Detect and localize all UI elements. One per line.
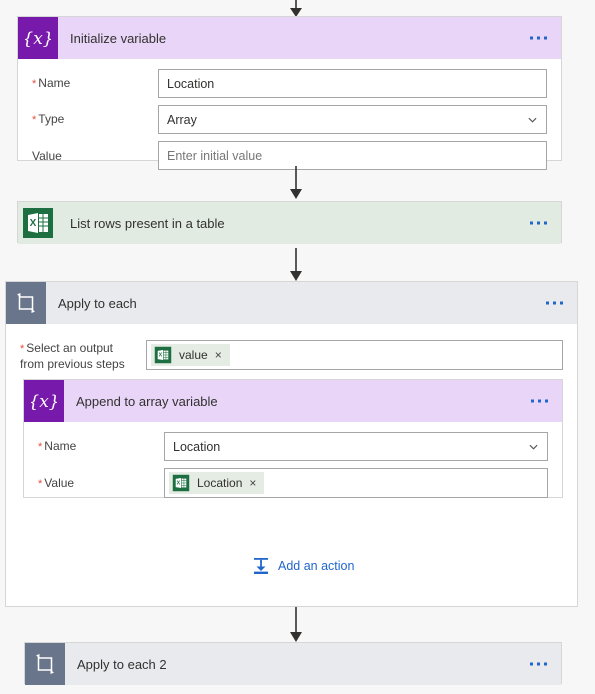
- add-an-action-button[interactable]: Add an action: [251, 556, 354, 576]
- card-menu-button[interactable]: [530, 221, 547, 225]
- variable-braces-icon: {x}: [18, 17, 58, 59]
- connector-arrow-2: [290, 248, 302, 281]
- card-body-initialize-variable: *Name Location *Type Array Value Enter: [18, 59, 561, 182]
- card-title: Append to array variable: [76, 393, 218, 409]
- step-card-apply-to-each[interactable]: Apply to each * Select an output from pre…: [5, 281, 578, 607]
- loop-icon: [6, 282, 46, 324]
- excel-icon: X: [154, 346, 172, 364]
- card-title: List rows present in a table: [70, 215, 225, 231]
- field-label-append-value: * Value: [38, 475, 75, 490]
- excel-icon: X: [18, 202, 58, 244]
- append-value-input[interactable]: X Location ×: [164, 468, 548, 498]
- required-asterisk: *: [38, 441, 43, 453]
- value-input[interactable]: Enter initial value: [158, 141, 547, 170]
- field-label-name: * Name: [32, 76, 71, 90]
- field-label-type: * Type: [32, 112, 65, 126]
- card-menu-button[interactable]: [531, 399, 548, 403]
- card-title: Initialize variable: [70, 30, 167, 46]
- field-label-select-output: * Select an output from previous steps: [20, 341, 125, 371]
- step-card-list-rows-present-in-a-table[interactable]: X List rows present in a table: [17, 201, 562, 244]
- add-an-action-label: Add an action: [278, 559, 355, 573]
- step-card-initialize-variable[interactable]: {x} Initialize variable *Name Location *…: [17, 16, 562, 170]
- select-output-input[interactable]: X value ×: [146, 340, 563, 370]
- add-action-icon: [254, 558, 268, 574]
- field-row-append-name: * Name Location: [38, 432, 548, 461]
- field-row-name: * Name Location: [32, 69, 547, 98]
- svg-text:X: X: [30, 218, 37, 229]
- card-menu-button[interactable]: [530, 36, 547, 40]
- step-card-apply-to-each-2[interactable]: Apply to each 2: [24, 642, 562, 685]
- required-asterisk: *: [38, 477, 43, 490]
- step-card-append-to-array-variable[interactable]: {x} Append to array variable *Name Locat…: [23, 379, 563, 498]
- field-row-type: * Type Array: [32, 105, 547, 134]
- append-name-value: Location: [173, 439, 221, 454]
- required-asterisk: *: [32, 78, 37, 90]
- chevron-down-icon: [528, 117, 537, 123]
- field-label-append-name: * Name: [38, 439, 77, 453]
- type-dropdown[interactable]: Array: [158, 105, 547, 134]
- connector-arrow-1: [290, 166, 302, 199]
- card-header-apply-to-each-2[interactable]: Apply to each 2: [25, 643, 561, 685]
- card-menu-button[interactable]: [546, 301, 563, 305]
- card-header-list-rows[interactable]: X List rows present in a table: [18, 202, 561, 244]
- chevron-down-icon: [529, 444, 538, 450]
- token-chip-location[interactable]: X Location ×: [169, 472, 265, 494]
- card-header-initialize-variable[interactable]: {x} Initialize variable: [18, 17, 561, 59]
- card-menu-button[interactable]: [530, 662, 547, 666]
- token-remove-icon[interactable]: ×: [249, 477, 256, 489]
- variable-braces-icon: {x}: [24, 380, 64, 422]
- loop-icon: [25, 643, 65, 685]
- token-remove-icon[interactable]: ×: [215, 349, 222, 361]
- name-input-value: Location: [167, 76, 215, 91]
- card-title: Apply to each: [58, 295, 137, 311]
- field-row-append-value: * Value X Location ×: [38, 468, 548, 498]
- token-chip-label: value: [179, 348, 208, 362]
- required-asterisk: *: [20, 343, 25, 355]
- card-body-append-to-array-variable: * Name Location * Value X Location ×: [24, 422, 562, 510]
- svg-text:X: X: [177, 480, 181, 486]
- connector-arrow-3: [290, 607, 302, 642]
- excel-icon: X: [172, 474, 190, 492]
- field-row-select-output: *Select an output from previous steps X: [20, 340, 563, 372]
- value-input-placeholder: Enter initial value: [167, 148, 263, 163]
- card-header-append-to-array-variable[interactable]: {x} Append to array variable: [24, 380, 562, 422]
- field-label-value: Value: [32, 148, 62, 163]
- svg-text:{x}: {x}: [31, 392, 57, 412]
- svg-text:{x}: {x}: [25, 29, 51, 49]
- card-title: Apply to each 2: [77, 656, 167, 672]
- token-chip-value[interactable]: X value ×: [151, 344, 230, 366]
- card-header-apply-to-each[interactable]: Apply to each: [6, 282, 577, 324]
- name-input[interactable]: Location: [158, 69, 547, 98]
- type-dropdown-value: Array: [167, 112, 197, 127]
- token-chip-label: Location: [197, 476, 243, 490]
- append-name-dropdown[interactable]: Location: [164, 432, 548, 461]
- required-asterisk: *: [32, 114, 37, 126]
- svg-text:X: X: [159, 352, 163, 358]
